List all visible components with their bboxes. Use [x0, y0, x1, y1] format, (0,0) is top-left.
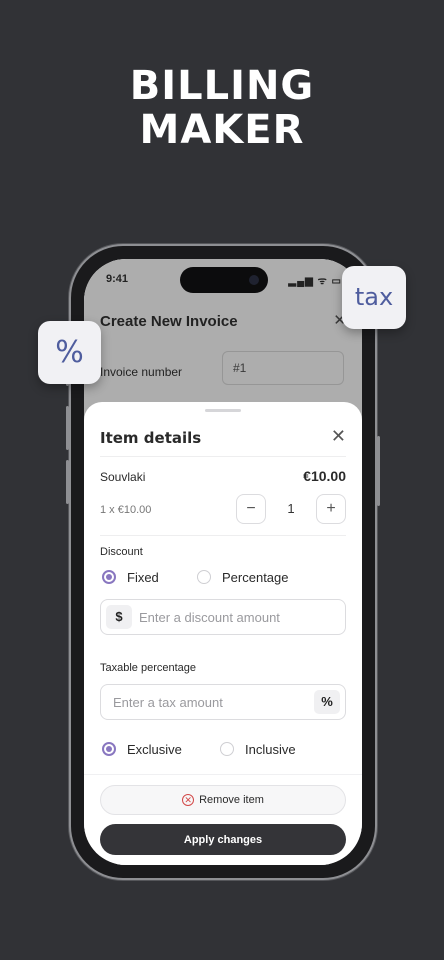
item-details-sheet: Item details ✕ Souvlaki €10.00 1 x €10.0…	[84, 402, 362, 865]
discount-label: Discount	[100, 546, 143, 558]
dollar-icon: $	[106, 605, 132, 629]
radio-unselected-icon	[220, 742, 234, 756]
radio-label: Fixed	[127, 569, 159, 585]
discount-percentage-radio[interactable]: Percentage	[197, 569, 289, 585]
volume-down-button	[66, 460, 69, 504]
divider	[100, 535, 346, 536]
remove-item-button[interactable]: ✕ Remove item	[100, 785, 346, 815]
hero-title-line-2: MAKER	[139, 107, 305, 153]
tax-input[interactable]	[113, 685, 309, 719]
dynamic-island	[180, 267, 268, 293]
camera-icon	[249, 275, 259, 285]
sheet-drag-handle[interactable]	[205, 409, 241, 412]
increment-button[interactable]: +	[316, 494, 346, 524]
remove-circle-icon: ✕	[182, 794, 195, 806]
decrement-button[interactable]: −	[236, 494, 266, 524]
radio-label: Inclusive	[245, 741, 296, 757]
discount-input[interactable]	[139, 600, 339, 634]
close-icon[interactable]: ✕	[331, 426, 346, 446]
apply-changes-button[interactable]: Apply changes	[100, 824, 346, 855]
tax-inclusive-radio[interactable]: Inclusive	[220, 741, 296, 757]
power-button	[377, 436, 380, 506]
hero-title-line-1: BILLING	[129, 63, 315, 109]
tax-badge-icon: tax	[342, 266, 406, 329]
quantity-value[interactable]: 1	[266, 494, 316, 524]
item-name: Souvlaki	[100, 470, 146, 484]
item-unit-summary: 1 x €10.00	[100, 504, 152, 516]
divider	[100, 456, 346, 457]
percent-badge-icon: %	[38, 321, 101, 384]
discount-field: $	[100, 599, 346, 635]
percent-icon: %	[314, 690, 340, 714]
discount-fixed-radio[interactable]: Fixed	[102, 569, 159, 585]
radio-label: Exclusive	[127, 741, 182, 757]
phone-frame: 9:41 ▂▄▆ ᯤ ▭ Create New Invoice ✕ Invoic…	[66, 244, 380, 880]
divider	[84, 774, 362, 775]
hero-title: BILLING MAKER	[0, 64, 444, 152]
radio-selected-icon	[102, 742, 116, 756]
tax-exclusive-radio[interactable]: Exclusive	[102, 741, 182, 757]
sheet-title: Item details	[100, 429, 202, 447]
radio-label: Percentage	[222, 569, 289, 585]
radio-selected-icon	[102, 570, 116, 584]
taxable-percentage-label: Taxable percentage	[100, 662, 197, 674]
quantity-stepper: − 1 +	[236, 494, 346, 524]
volume-up-button	[66, 406, 69, 450]
tax-field: %	[100, 684, 346, 720]
item-price: €10.00	[303, 468, 346, 484]
remove-item-label: Remove item	[199, 794, 264, 806]
phone-screen: 9:41 ▂▄▆ ᯤ ▭ Create New Invoice ✕ Invoic…	[84, 259, 362, 865]
radio-unselected-icon	[197, 570, 211, 584]
